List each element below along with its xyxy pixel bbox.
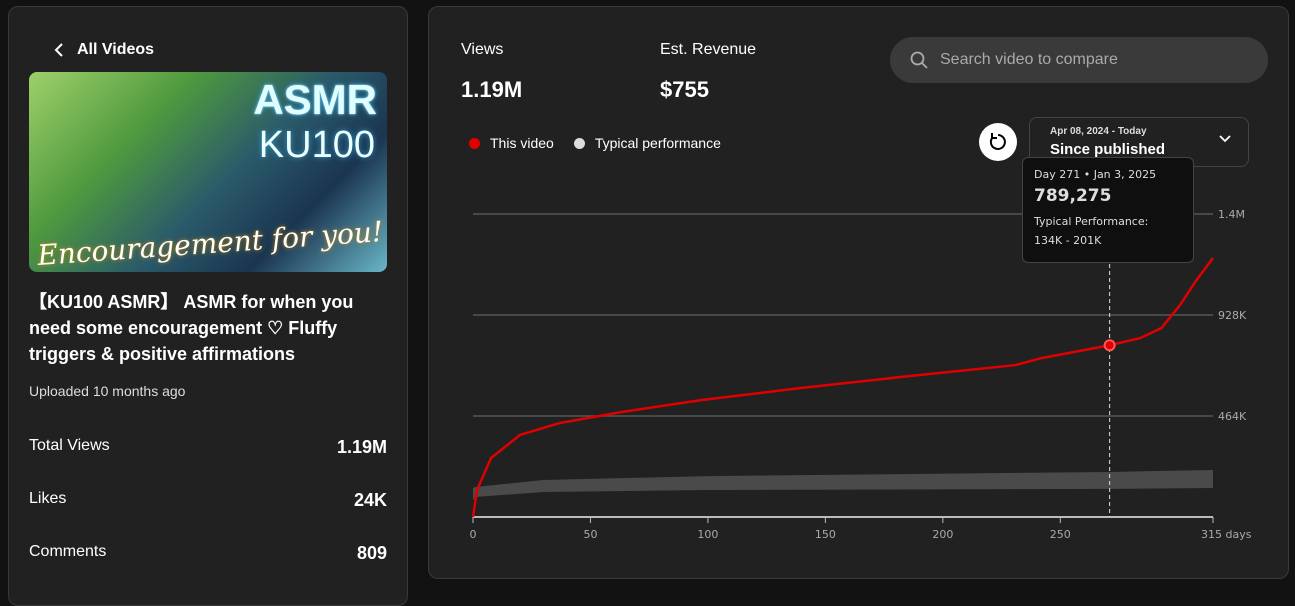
analytics-panel: Views 1.19M Est. Revenue $755 Search video… xyxy=(428,6,1289,579)
x-tick-label: 315 days xyxy=(1201,528,1252,541)
back-label: All Videos xyxy=(77,41,155,58)
date-range-label: Since published xyxy=(1050,141,1166,158)
date-range-dates: Apr 08, 2024 - Today xyxy=(1050,126,1147,137)
search-placeholder: Search video to compare xyxy=(940,51,1118,68)
video-title: 【KU100 ASMR】 ASMR for when you need some… xyxy=(29,292,354,364)
thumbnail-logo-ku100: KU100 xyxy=(258,124,375,166)
stat-likes: Likes 24K xyxy=(29,490,387,511)
legend-this-video: This video xyxy=(469,135,554,151)
y-tick-label: 1.4M xyxy=(1218,208,1245,221)
metric-views: Views 1.19M xyxy=(461,41,522,103)
tooltip-date: Day 271 • Jan 3, 2025 xyxy=(1034,168,1157,181)
x-tick-label: 200 xyxy=(932,528,953,541)
metric-value: 1.19M xyxy=(461,77,523,102)
legend-label: Typical performance xyxy=(594,135,721,151)
metric-value: $755 xyxy=(660,77,709,102)
search-icon xyxy=(910,51,928,69)
stat-value: 1.19M xyxy=(336,437,387,457)
video-thumbnail[interactable]: ASMR KU100 Encouragement for you! xyxy=(29,72,387,272)
views-chart: 464K 928K 1.4M 0 50 100 150 200 250 315 days xyxy=(470,208,1252,541)
chart-legend: This video Typical performance xyxy=(469,135,721,151)
tooltip-value: 789,275 xyxy=(1034,186,1112,206)
stat-value: 24K xyxy=(353,490,387,510)
legend-dot xyxy=(469,138,480,149)
typical-performance-band xyxy=(473,469,1213,501)
x-tick-label: 150 xyxy=(815,528,836,541)
thumbnail-caption: Encouragement for you! xyxy=(36,214,385,272)
video-info-panel: All Videos ASMR KU100 Encouragement for … xyxy=(8,6,408,606)
x-tick-label: 50 xyxy=(583,528,597,541)
legend-dot xyxy=(573,138,585,149)
x-tick-label: 0 xyxy=(470,528,477,541)
stat-label: Likes xyxy=(29,490,67,507)
stat-comments: Comments 809 xyxy=(29,543,387,564)
back-to-all-videos[interactable]: All Videos xyxy=(53,41,154,59)
tooltip-typical-range: 134K - 201K xyxy=(1034,234,1102,247)
y-tick-label: 928K xyxy=(1218,309,1247,322)
hover-point xyxy=(1103,339,1116,352)
chart-tooltip: Day 271 • Jan 3, 2025 789,275 Typical Pe… xyxy=(1022,157,1194,263)
stat-label: Comments xyxy=(29,543,107,560)
thumbnail-logo-asmr: ASMR xyxy=(253,76,377,123)
x-tick-label: 100 xyxy=(697,528,718,541)
tooltip-typical-label: Typical Performance: xyxy=(1034,215,1149,228)
stat-label: Total Views xyxy=(29,437,110,454)
y-tick-label: 464K xyxy=(1218,410,1247,423)
metric-label: Est. Revenue xyxy=(660,41,757,58)
legend-label: This video xyxy=(490,135,554,151)
reset-button[interactable] xyxy=(979,123,1017,161)
chevron-down-icon xyxy=(1219,135,1231,143)
metric-revenue: Est. Revenue $755 xyxy=(660,41,756,103)
x-tick-label: 250 xyxy=(1050,528,1071,541)
chevron-left-icon xyxy=(54,43,63,57)
upload-date: Uploaded 10 months ago xyxy=(29,383,186,399)
stat-total-views: Total Views 1.19M xyxy=(29,437,387,458)
stat-value: 809 xyxy=(356,543,387,563)
this-video-line xyxy=(471,257,1215,518)
legend-typical: Typical performance xyxy=(573,135,721,151)
reset-icon xyxy=(989,133,1006,150)
metric-label: Views xyxy=(461,41,504,58)
compare-search-input[interactable]: Search video to compare xyxy=(890,37,1268,83)
